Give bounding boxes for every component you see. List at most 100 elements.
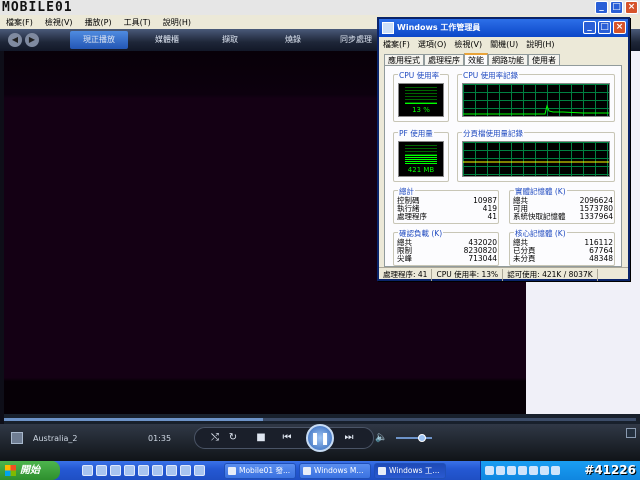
pf-meter-fill [405,155,437,165]
quick-launch-icon[interactable] [96,465,107,476]
totals-stats: 控制碼 10987 執行緒 419 處理程序 41 [397,197,497,221]
minimize-button[interactable]: _ [595,1,608,14]
media-player-titlebar[interactable]: MOBILE01 _ □ × [0,0,640,15]
tray-icon[interactable] [496,466,505,475]
menu-tools[interactable]: 工具(T) [124,17,151,28]
stat-value: 48348 [589,254,613,263]
stat-row: 未分頁 48348 [513,255,613,263]
menu-file[interactable]: 檔案(F) [6,17,33,28]
stop-icon[interactable]: ■ [253,431,269,445]
window-buttons: _ □ × [595,1,638,14]
stat-row: 系統快取記憶體 1337964 [513,213,613,221]
track-time: 01:35 [148,434,172,443]
menu-play[interactable]: 播放(P) [85,17,112,28]
menu-help[interactable]: 說明(H) [163,17,191,28]
tm-menu-file[interactable]: 檔案(F) [383,39,410,50]
stat-value: 41 [487,212,497,221]
pf-usage-value: 421 MB [407,166,435,174]
tray-icon[interactable] [507,466,516,475]
repeat-icon[interactable]: ↻ [225,431,241,445]
track-name: Australia_2 [33,434,78,443]
stat-label: 處理程序 [397,212,427,221]
volume-slider[interactable] [396,437,432,439]
shuffle-icon[interactable]: ⤭ [207,431,223,445]
tm-close-button[interactable]: × [613,21,626,34]
tm-menu-help[interactable]: 說明(H) [526,39,554,50]
performance-panel: CPU 使用率 13 % CPU 使用率記錄 PF 使用量 421 MB 分頁檔… [384,65,622,267]
task-manager-menubar: 檔案(F) 選項(O) 檢視(V) 關機(U) 說明(H) [379,37,628,51]
task-manager-window-buttons: _ □ × [583,21,626,34]
stat-label: 未分頁 [513,254,536,263]
tray-icon[interactable] [485,466,494,475]
quick-launch-icon[interactable] [124,465,135,476]
quick-launch-icon[interactable] [166,465,177,476]
volume-knob[interactable] [418,434,426,442]
quick-launch-icon[interactable] [138,465,149,476]
quick-launch [82,465,224,476]
taskbar: 開始 Mobile01 發... Windows M... Windows 工.… [0,461,640,480]
taskbar-button-task-manager[interactable]: Windows 工... [374,462,446,479]
close-button[interactable]: × [625,1,638,14]
tray-icon[interactable] [551,466,560,475]
pf-history-group: 分頁檔使用量記錄 [457,128,615,182]
transport-controls: ⤭ ↻ ■ ⏮ ⏭ [194,427,374,449]
tab-now-playing[interactable]: 現正播放 [70,31,128,49]
quick-launch-icon[interactable] [194,465,205,476]
previous-icon[interactable]: ⏮ [279,431,295,445]
maximize-button[interactable]: □ [610,1,623,14]
pf-history-label: 分頁檔使用量記錄 [462,128,524,139]
mini-mode-icon[interactable] [626,428,636,438]
physical-memory-stats: 總共 2096624 可用 1573780 系統快取記憶體 1337964 [513,197,613,221]
taskbar-button-browser[interactable]: Mobile01 發... [224,462,296,479]
task-manager-title: Windows 工作管理員 [397,23,481,32]
nav-arrows: ◀ ▶ [8,33,70,47]
cpu-usage-label: CPU 使用率 [398,70,441,81]
album-art-icon [11,432,23,444]
cpu-usage-group: CPU 使用率 13 % [393,70,449,122]
watermark: #41226 [584,463,636,477]
site-logo: MOBILE01 [2,0,73,15]
tab-burn[interactable]: 燒錄 [262,29,324,51]
pause-button[interactable]: ❚❚ [306,424,334,452]
task-manager-titlebar[interactable]: Windows 工作管理員 _ □ × [379,19,628,37]
next-icon[interactable]: ⏭ [341,431,357,445]
tab-rip[interactable]: 擷取 [199,29,261,51]
tab-library[interactable]: 媒體櫃 [136,29,198,51]
task-manager-statusbar: 處理程序: 41 CPU 使用率: 13% 認可使用: 421K / 8037K [379,267,628,281]
tm-menu-view[interactable]: 檢視(V) [454,39,482,50]
quick-launch-icon[interactable] [152,465,163,476]
tray-icon[interactable] [518,466,527,475]
seek-progress[interactable] [4,418,263,421]
pf-history-graph [462,141,610,177]
volume-icon[interactable]: 🔈 [375,432,387,443]
commit-charge-group: 確認負載 (K) 總共 432020 限制 8230820 尖峰 713044 [393,228,499,266]
quick-launch-icon[interactable] [82,465,93,476]
totals-group: 總計 控制碼 10987 執行緒 419 處理程序 41 [393,186,499,224]
task-manager-icon [382,22,394,34]
tray-icon[interactable] [529,466,538,475]
tm-menu-options[interactable]: 選項(O) [418,39,447,50]
stat-value: 1337964 [579,212,613,221]
start-button[interactable]: 開始 [0,461,60,480]
cpu-usage-value: 13 % [412,106,430,114]
forward-arrow-icon[interactable]: ▶ [25,33,39,47]
tm-minimize-button[interactable]: _ [583,21,596,34]
cpu-history-graph [462,83,610,117]
tray-icon[interactable] [540,466,549,475]
tm-menu-shutdown[interactable]: 關機(U) [490,39,518,50]
stat-label: 系統快取記憶體 [513,212,566,221]
quick-launch-icon[interactable] [180,465,191,476]
stat-row: 尖峰 713044 [397,255,497,263]
menu-view[interactable]: 檢視(V) [45,17,73,28]
kernel-memory-stats: 總共 116112 已分頁 67764 未分頁 48348 [513,239,613,263]
physical-memory-group: 實體記憶體 (K) 總共 2096624 可用 1573780 系統快取記憶體 133… [509,186,615,224]
tm-maximize-button[interactable]: □ [598,21,611,34]
taskbar-button-media-player[interactable]: Windows M... [299,462,371,479]
cpu-history-group: CPU 使用率記錄 [457,70,615,122]
quick-launch-icon[interactable] [110,465,121,476]
status-commit: 認可使用: 421K / 8037K [503,268,598,281]
status-processes: 處理程序: 41 [379,268,433,281]
cpu-usage-meter: 13 % [398,83,444,117]
back-arrow-icon[interactable]: ◀ [8,33,22,47]
cpu-meter-fill [405,103,437,105]
